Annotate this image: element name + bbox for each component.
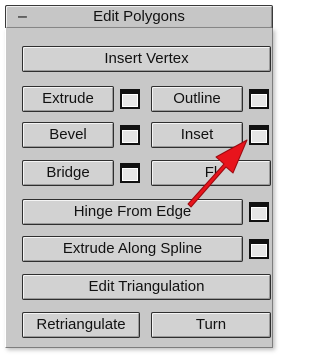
bevel-settings-icon[interactable] xyxy=(120,125,140,145)
rollout-title: Edit Polygons xyxy=(93,8,185,25)
extrude-along-spline-button[interactable]: Extrude Along Spline xyxy=(22,236,243,262)
inset-settings-icon[interactable] xyxy=(249,125,269,145)
extrude-button[interactable]: Extrude xyxy=(22,86,114,112)
rollout-panel xyxy=(5,28,273,348)
extrude-along-spline-settings-icon[interactable] xyxy=(249,239,269,259)
edit-triangulation-button[interactable]: Edit Triangulation xyxy=(22,274,271,300)
extrude-settings-icon[interactable] xyxy=(120,89,140,109)
hinge-from-edge-settings-icon[interactable] xyxy=(249,202,269,222)
inset-button[interactable]: Inset xyxy=(151,122,243,148)
hinge-from-edge-button[interactable]: Hinge From Edge xyxy=(22,199,243,225)
outline-button[interactable]: Outline xyxy=(151,86,243,112)
insert-vertex-button[interactable]: Insert Vertex xyxy=(22,46,271,72)
edit-polygons-rollout: – Edit Polygons Insert Vertex Extrude Ou… xyxy=(0,0,283,358)
bridge-button[interactable]: Bridge xyxy=(22,160,114,186)
bevel-button[interactable]: Bevel xyxy=(22,122,114,148)
bridge-settings-icon[interactable] xyxy=(120,163,140,183)
outline-settings-icon[interactable] xyxy=(249,89,269,109)
flip-button[interactable]: Fl xyxy=(151,160,271,186)
rollout-header[interactable]: – Edit Polygons xyxy=(5,5,273,29)
retriangulate-button[interactable]: Retriangulate xyxy=(22,312,140,338)
turn-button[interactable]: Turn xyxy=(151,312,271,338)
